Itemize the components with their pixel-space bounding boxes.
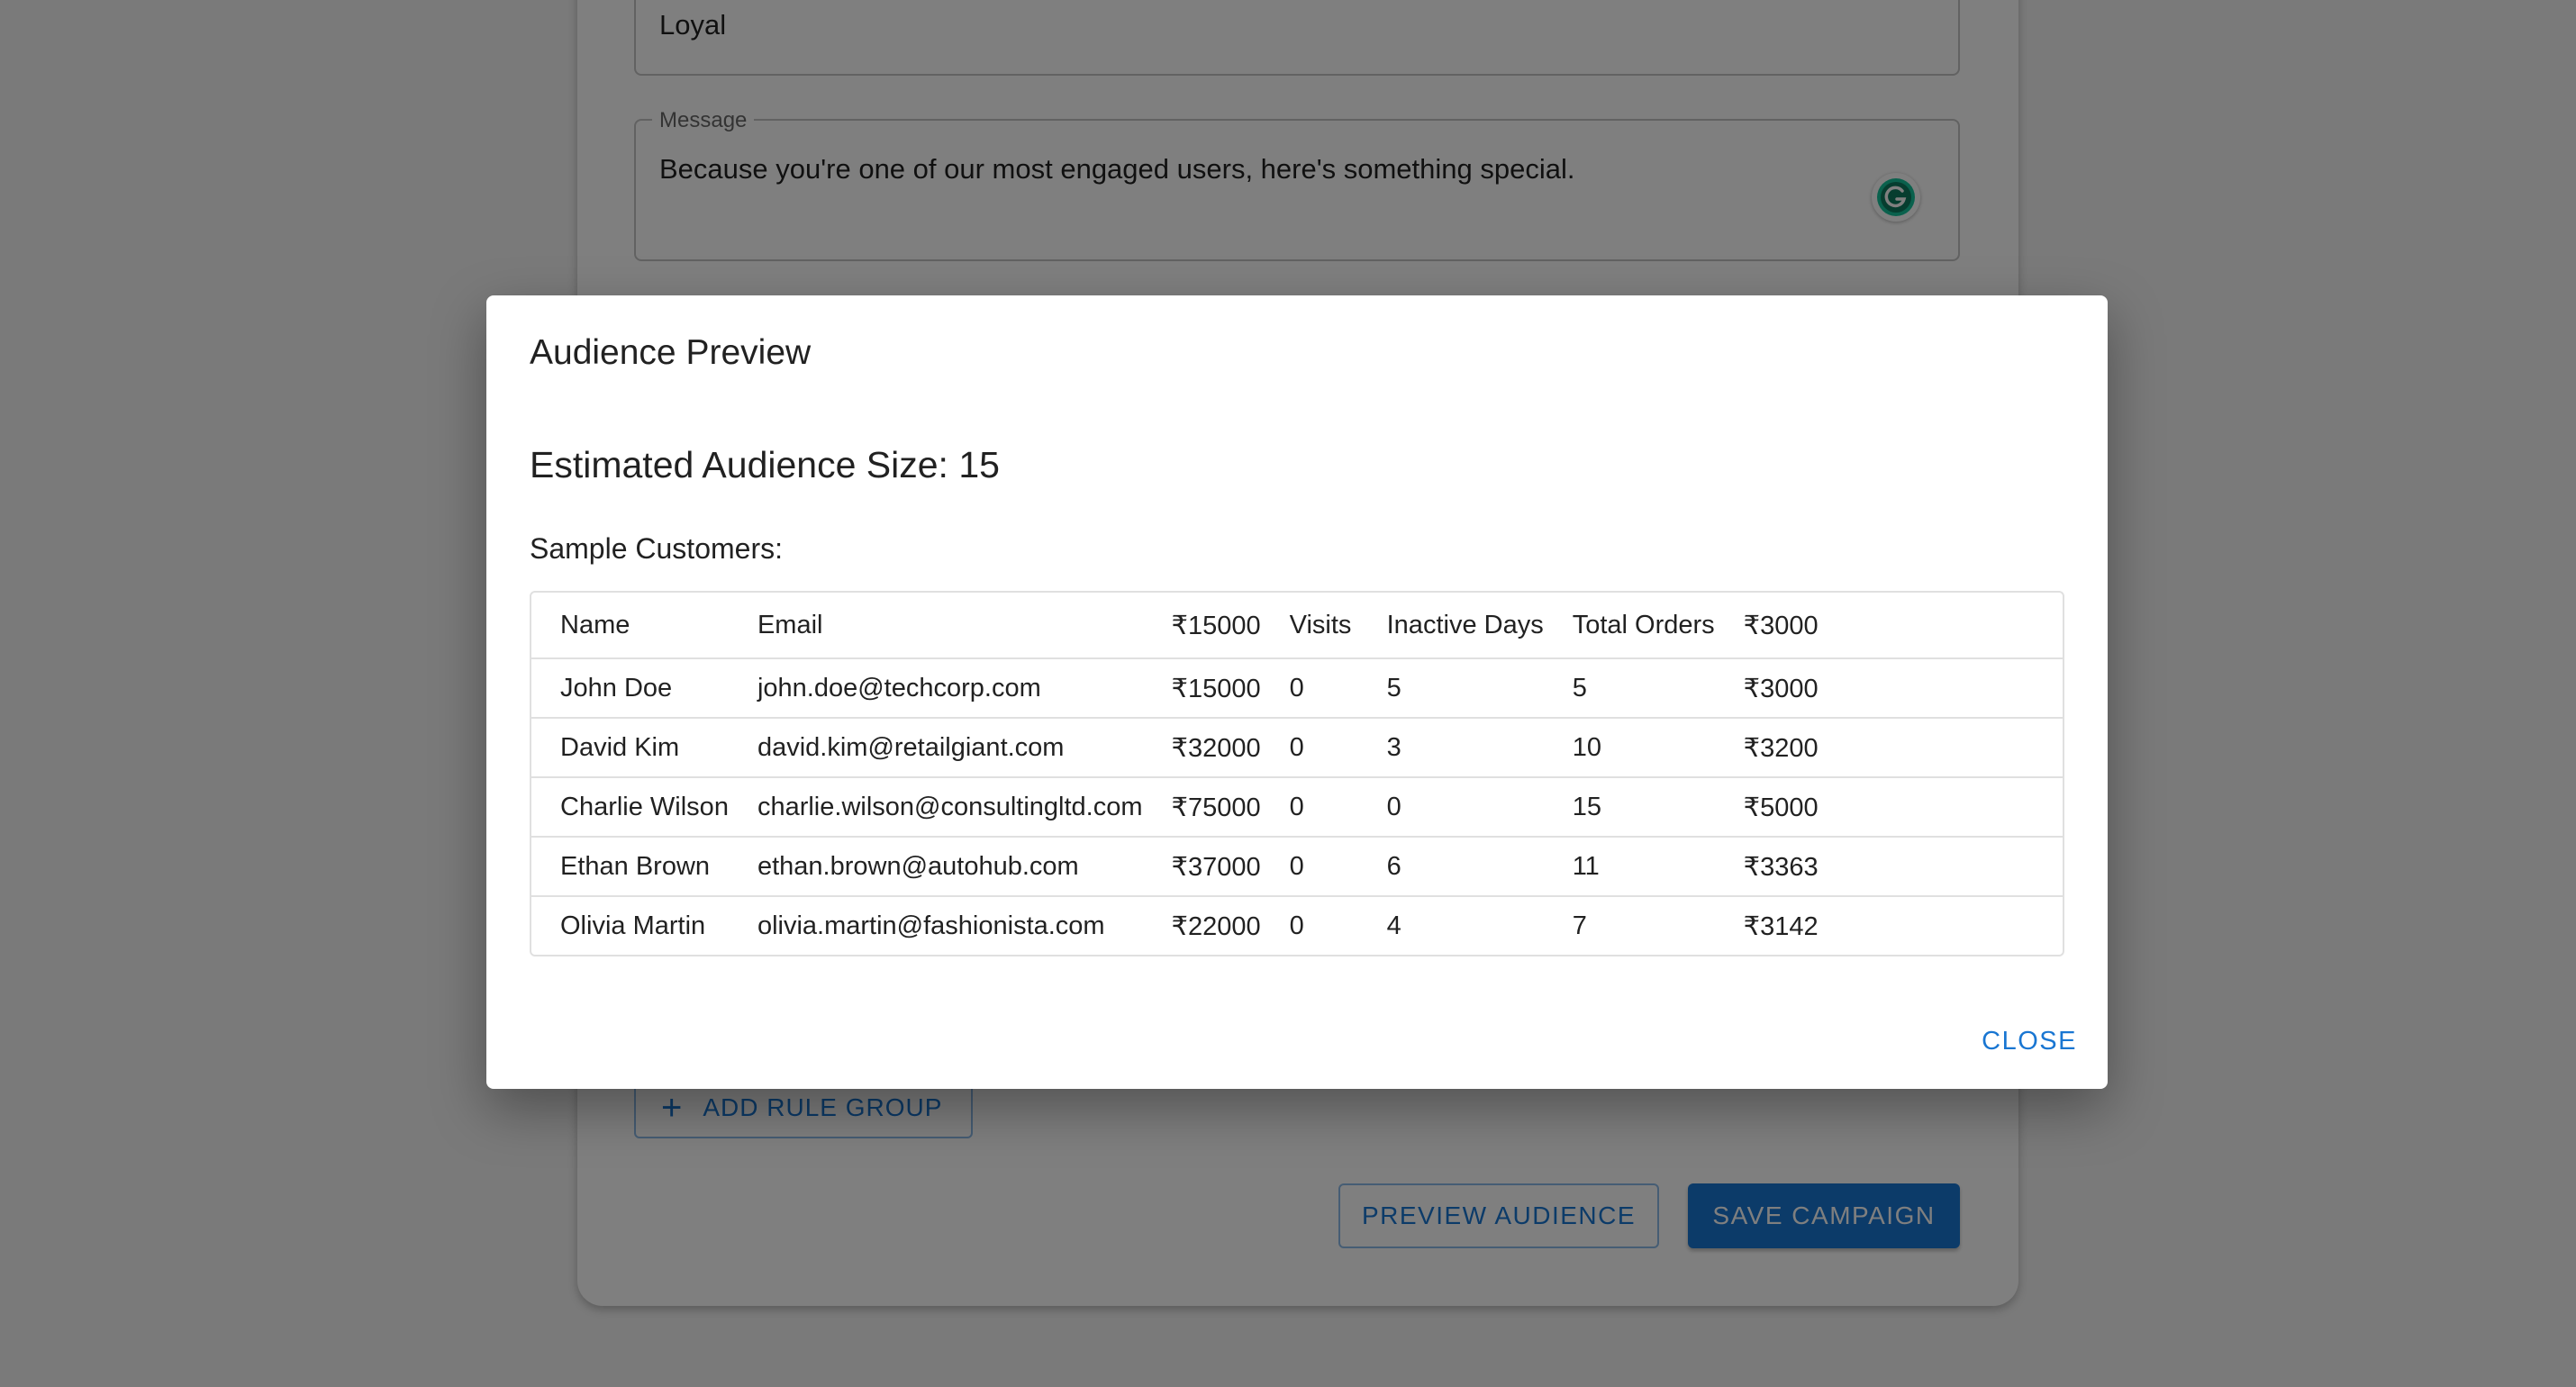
cell-inactive-days: 3	[1357, 718, 1544, 778]
table-row: John Doe john.doe@techcorp.com ₹15000 0 5 5 ₹3…	[531, 658, 2063, 719]
column-header-email: Email	[728, 593, 1143, 659]
cell-name: David Kim	[531, 718, 729, 778]
cell-avg-order: ₹3200	[1714, 718, 2063, 778]
cell-total-orders: 15	[1543, 777, 1715, 838]
cell-total-orders: 7	[1572, 911, 1587, 940]
cell-spend: ₹32000	[1142, 718, 1261, 778]
cell-name: John Doe	[531, 658, 729, 719]
close-button[interactable]: CLOSE	[1982, 1027, 2077, 1056]
cell-email: olivia.martin@fashionista.com	[757, 911, 1105, 940]
cell-total-orders: 10	[1543, 718, 1715, 778]
cell-spend: ₹22000	[1171, 911, 1261, 941]
cell-spend: ₹37000	[1142, 837, 1261, 897]
cell-spend: ₹15000	[1142, 658, 1261, 719]
column-header-spend: ₹15000	[1142, 593, 1261, 659]
cell-visits: 0	[1260, 837, 1358, 897]
cell-visits: 0	[1260, 658, 1358, 719]
cell-inactive-days: 6	[1357, 837, 1544, 897]
table-row: David Kim david.kim@retailgiant.com ₹32000…	[531, 718, 2063, 778]
column-header-total-orders: Total Orders	[1543, 593, 1715, 659]
cell-total-orders: 5	[1543, 658, 1715, 719]
cell-email: ethan.brown@autohub.com	[728, 837, 1143, 897]
cell-name: Charlie Wilson	[531, 777, 729, 838]
cell-visits: 0	[1260, 777, 1358, 838]
column-header-visits: Visits	[1260, 593, 1358, 659]
cell-avg-order: ₹3000	[1714, 658, 2063, 719]
table-header-row: Name Email ₹15000 Visits Inactive Days Total …	[531, 593, 2063, 659]
cell-visits: 0	[1260, 718, 1358, 778]
cell-email: david.kim@retailgiant.com	[728, 718, 1143, 778]
cell-visits: 0	[1289, 911, 1304, 940]
cell-email: john.doe@techcorp.com	[728, 658, 1143, 719]
cell-avg-order: ₹3142	[1743, 911, 1819, 941]
column-header-inactive-days: Inactive Days	[1357, 593, 1544, 659]
sample-customers-label: Sample Customers:	[530, 532, 783, 565]
sample-customers-table: Name Email ₹15000 Visits Inactive Days Total …	[530, 591, 2064, 956]
cell-email: charlie.wilson@consultingltd.com	[728, 777, 1143, 838]
cell-total-orders: 11	[1543, 837, 1715, 897]
cell-inactive-days: 5	[1357, 658, 1544, 719]
column-header-avg-order: ₹3000	[1714, 593, 2063, 659]
cell-inactive-days: 4	[1386, 911, 1401, 940]
table-body: John Doe john.doe@techcorp.com ₹15000 0 5 5 ₹3…	[531, 658, 2063, 955]
cell-name: Ethan Brown	[531, 837, 729, 897]
table-row: Ethan Brown ethan.brown@autohub.com ₹37000…	[531, 837, 2063, 897]
audience-preview-dialog: Audience Preview Estimated Audience Size…	[486, 295, 2108, 1089]
dialog-title: Audience Preview	[530, 333, 812, 372]
cell-spend: ₹75000	[1142, 777, 1261, 838]
cell-avg-order: ₹5000	[1714, 777, 2063, 838]
table-row: Charlie Wilson charlie.wilson@consultingl…	[531, 777, 2063, 838]
column-header-name: Name	[531, 593, 729, 659]
cell-inactive-days: 0	[1357, 777, 1544, 838]
cell-name: Olivia Martin	[560, 911, 706, 940]
table-row: Olivia Martin olivia.martin@fashionista.c…	[531, 896, 2063, 955]
cell-avg-order: ₹3363	[1714, 837, 2063, 897]
audience-size-text: Estimated Audience Size: 15	[530, 444, 1000, 485]
